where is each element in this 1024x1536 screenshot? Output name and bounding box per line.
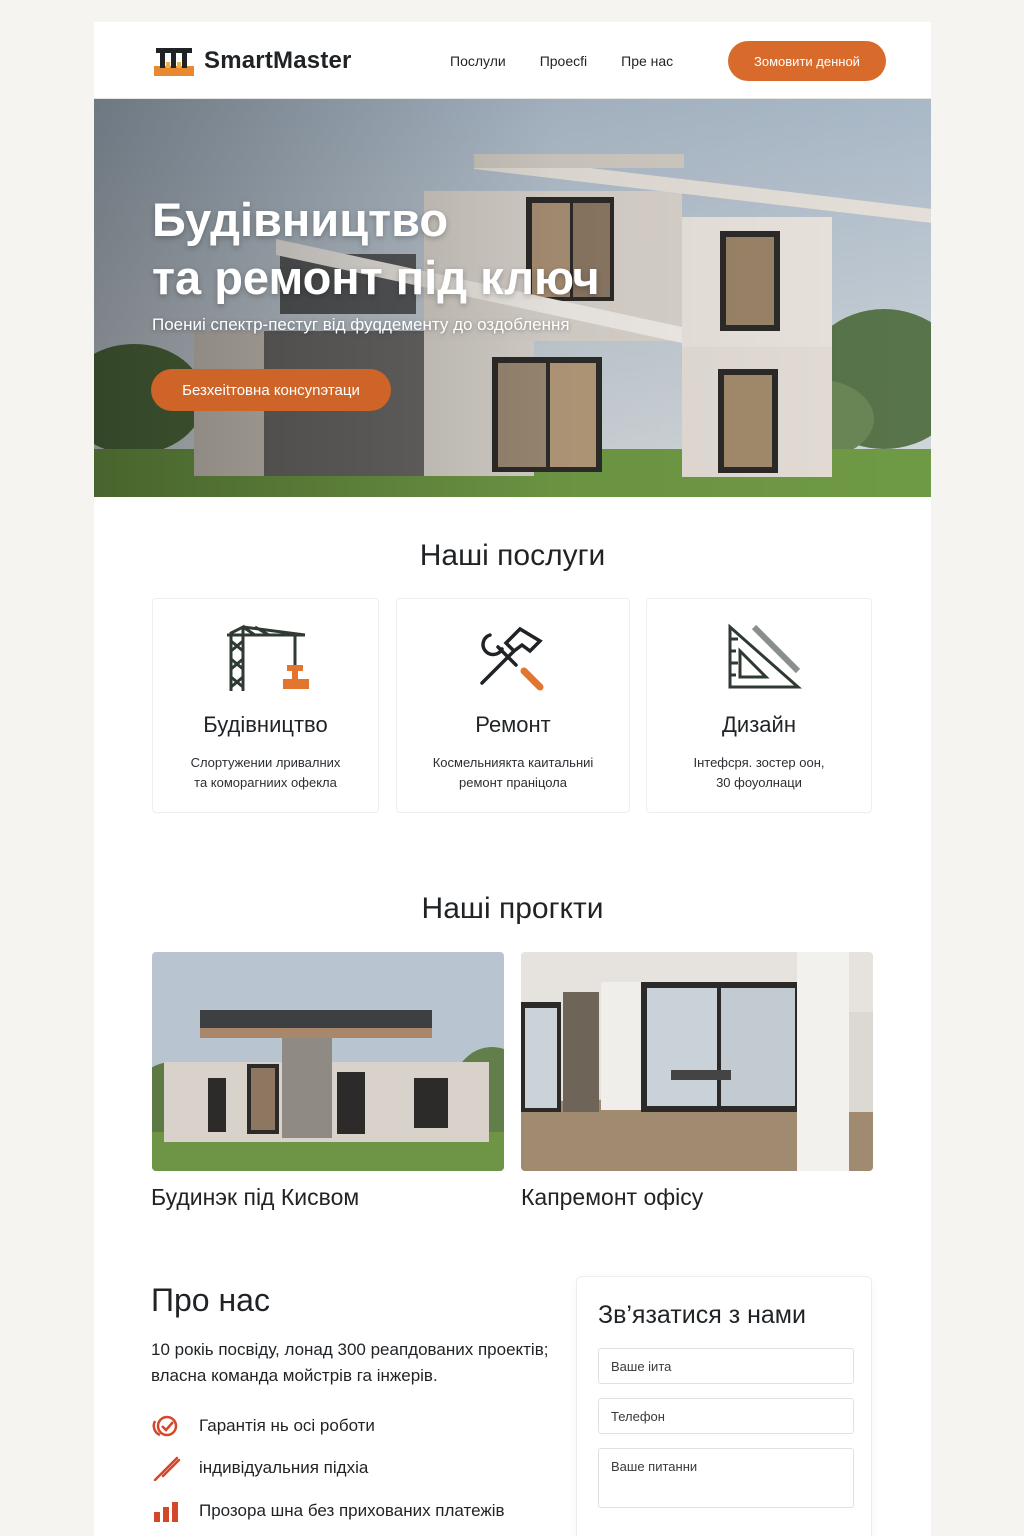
office-photo: [521, 952, 873, 1171]
site-header: SmartMaster Послули Проесfi Пре нас Зомо…: [94, 22, 931, 99]
name-field[interactable]: [598, 1348, 854, 1384]
hero-subtitle: Поениi спектр-пестуг від фуqдементу до о…: [152, 315, 570, 334]
consultation-button[interactable]: Безхеitтовна консуnэтаци: [151, 369, 391, 411]
question-field[interactable]: [598, 1448, 854, 1508]
hero-title: Будівництво та ремонт під ключ: [152, 191, 600, 307]
services-title: Наші послуги: [419, 539, 606, 572]
feature-guarantee: Гарантія нь осі роботи: [151, 1413, 375, 1439]
project-card-house[interactable]: [152, 952, 504, 1171]
service-desc-line: Слортужeнии лривалних: [190, 755, 341, 770]
crane-icon: [226, 624, 309, 691]
project-card-office[interactable]: [521, 952, 873, 1171]
landing-page: SmartMaster Послули Проесfi Пре нас Зомо…: [94, 22, 931, 1536]
contact-form: Зв’язатися з нами: [576, 1276, 872, 1536]
hammer-wrench-icon: [480, 626, 544, 691]
pencil-icon: [153, 1456, 181, 1481]
feature-individual-text: індивідуальния підхіа: [199, 1458, 369, 1477]
nav-item-projects[interactable]: Проесfi: [540, 53, 587, 69]
set-square-icon: [728, 623, 802, 689]
logo[interactable]: SmartMaster: [152, 44, 352, 78]
service-desc-line: Космельниякта каитальниi: [432, 755, 594, 770]
service-desc-design: Інтефсря. зостер оон, 30 фоуолнаци: [647, 753, 871, 793]
feature-guarantee-text: Гарантія нь осі роботи: [199, 1416, 375, 1435]
house-photo: [152, 952, 504, 1171]
hero-title-line2: та ремонт під ключ: [152, 251, 600, 304]
service-card-construction[interactable]: Будівництво Слортужeнии лривалних та ком…: [152, 598, 379, 813]
about-text: 10 рокiь посвіду, лонад 300 реапдованих …: [151, 1340, 549, 1385]
chart-bars-icon: [154, 1502, 178, 1522]
feature-pricing: Прозора шна без прихованих платежів: [151, 1498, 505, 1524]
order-button[interactable]: Зомовити денной: [728, 41, 886, 81]
contact-title: Зв’язатися з нами: [598, 1301, 806, 1329]
service-desc-construction: Слортужeнии лривалних та коморагниих офе…: [153, 753, 378, 793]
nav-item-services[interactable]: Послули: [450, 53, 506, 69]
projects-title: Наші прогкти: [421, 892, 604, 925]
house-logo-icon: [154, 48, 194, 76]
guarantee-icon: [152, 1415, 178, 1437]
service-desc-line: та коморагниих офекла: [194, 775, 337, 790]
about-title: Про нас: [151, 1282, 270, 1318]
service-card-design[interactable]: Дизайн Інтефсря. зостер оон, 30 фоуолнац…: [646, 598, 872, 813]
phone-field[interactable]: [598, 1398, 854, 1434]
service-title-design: Дизайн: [722, 712, 796, 737]
service-title-construction: Будівництво: [203, 712, 328, 737]
nav-item-about[interactable]: Пре нас: [621, 53, 673, 69]
feature-individual: індивідуальния підхіа: [151, 1455, 368, 1481]
hero-section: Будівництво та ремонт під ключ Поениi сп…: [94, 99, 931, 497]
service-desc-line: ремонт праніцола: [459, 775, 567, 790]
service-desc-repair: Космельниякта каитальниi ремонт праніцол…: [397, 753, 629, 793]
hero-title-line1: Будівництво: [152, 193, 449, 246]
service-desc-line: 30 фоуолнаци: [716, 775, 802, 790]
service-desc-line: Інтефсря. зостер оон,: [693, 755, 825, 770]
project-caption-house: Будинэк під Кисвом: [151, 1184, 360, 1210]
brand-name: SmartMaster: [204, 47, 352, 74]
project-caption-office: Капремонт офісу: [521, 1184, 704, 1210]
feature-pricing-text: Прозора шна без прихованих платежів: [199, 1501, 505, 1520]
service-card-repair[interactable]: Ремонт Космельниякта каитальниi ремонт п…: [396, 598, 630, 813]
main-nav: Послули Проесfi Пре нас: [450, 53, 673, 69]
service-title-repair: Ремонт: [475, 712, 551, 737]
